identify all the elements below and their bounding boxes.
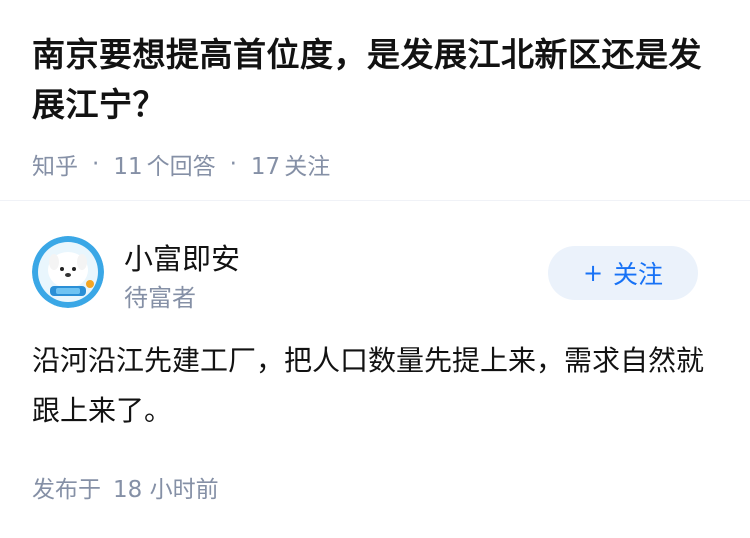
separator-dot: ·	[229, 151, 237, 177]
published-time: 18 小时前	[113, 477, 219, 503]
section-divider	[0, 200, 750, 201]
separator-dot: ·	[92, 151, 100, 177]
avatar[interactable]	[32, 236, 104, 308]
question-meta: 知乎 · 11 个回答 · 17 关注	[32, 147, 722, 181]
answer-content[interactable]: 沿河沿江先建工厂，把人口数量先提上来，需求自然就跟上来了。	[32, 336, 712, 436]
followers-count: 17	[250, 154, 281, 180]
follow-button[interactable]: + 关注	[548, 246, 698, 300]
author-name[interactable]: 小富即安	[124, 236, 240, 278]
followers-label: 关注	[284, 154, 331, 180]
publish-info: 发布于 18 小时前	[32, 470, 219, 504]
follow-button-label: 关注	[613, 260, 664, 289]
followers-count-group: 17 关注	[251, 147, 330, 181]
source-label[interactable]: 知乎	[32, 147, 78, 181]
question-title[interactable]: 南京要想提高首位度，是发展江北新区还是发展江宁？	[32, 30, 722, 130]
answers-count: 11	[113, 154, 143, 180]
author-info: 小富即安 待富者 + 关注	[32, 236, 702, 312]
published-label: 发布于	[32, 477, 101, 503]
answer-page: 南京要想提高首位度，是发展江北新区还是发展江宁？ 知乎 · 11 个回答 · 17…	[0, 0, 750, 538]
avatar-dog-icon	[32, 236, 104, 308]
question-header: 南京要想提高首位度，是发展江北新区还是发展江宁？ 知乎 · 11 个回答 · 17…	[32, 30, 722, 181]
author-headline: 待富者	[124, 284, 196, 312]
answers-count-group[interactable]: 11 个回答	[113, 147, 215, 181]
plus-icon: +	[582, 259, 604, 287]
answers-label: 个回答	[146, 154, 216, 180]
